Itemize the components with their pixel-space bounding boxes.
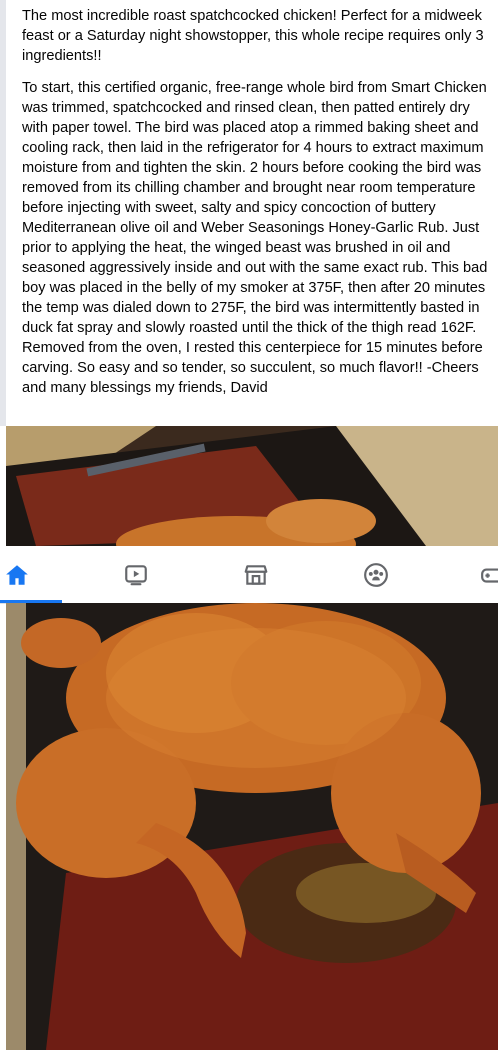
marketplace-icon bbox=[244, 564, 268, 585]
roast-chicken-photo bbox=[6, 603, 498, 1050]
nav-marketplace-tab[interactable] bbox=[211, 546, 301, 603]
post-photo-main[interactable] bbox=[6, 603, 498, 1050]
post-body: The most incredible roast spatchcocked c… bbox=[0, 0, 498, 426]
nav-groups-tab[interactable] bbox=[331, 546, 421, 603]
post-paragraph-intro: The most incredible roast spatchcocked c… bbox=[22, 8, 484, 64]
nav-gaming-tab[interactable] bbox=[448, 546, 498, 603]
post-text: The most incredible roast spatchcocked c… bbox=[6, 0, 498, 398]
bottom-nav-bar bbox=[0, 546, 498, 604]
home-icon bbox=[6, 564, 28, 585]
roast-chicken-photo bbox=[6, 426, 498, 546]
post-photo-top[interactable] bbox=[6, 426, 498, 546]
nav-home-tab[interactable] bbox=[0, 546, 62, 603]
video-icon bbox=[125, 564, 147, 585]
nav-video-tab[interactable] bbox=[91, 546, 181, 603]
post-paragraph-recipe: To start, this certified organic, free-r… bbox=[22, 80, 488, 396]
groups-icon bbox=[364, 562, 388, 587]
gaming-icon bbox=[481, 568, 498, 583]
